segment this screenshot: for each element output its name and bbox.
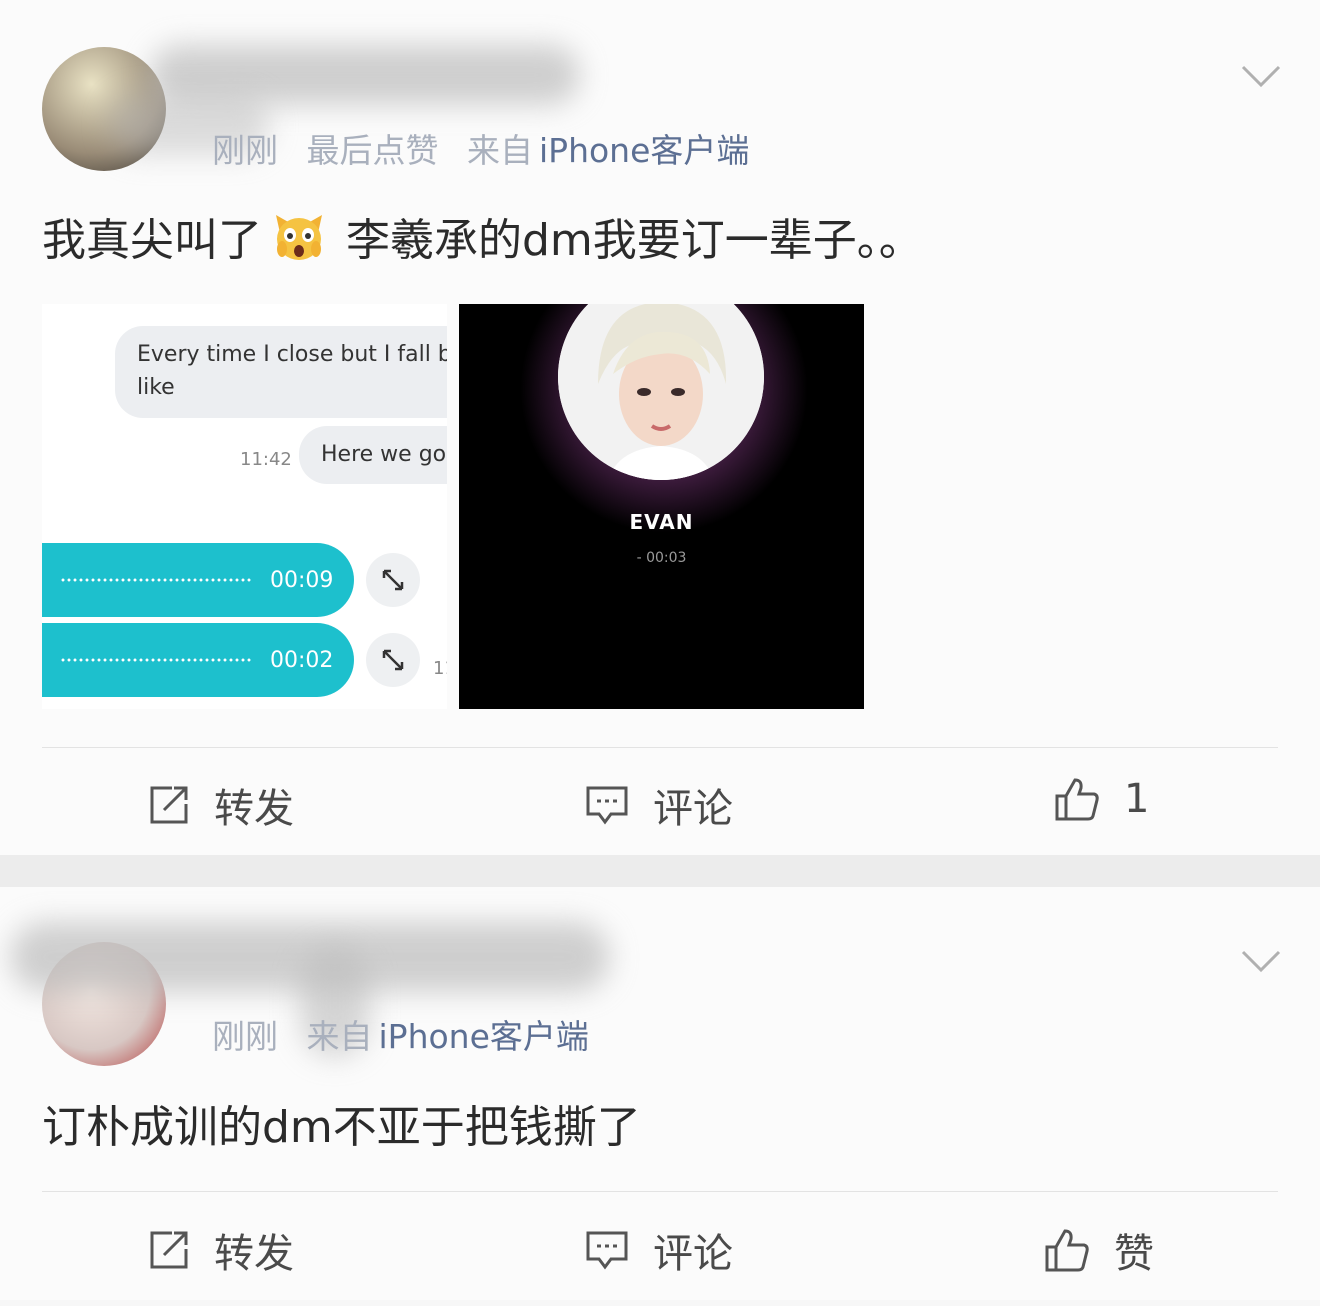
repost-button[interactable]: 转发: [148, 776, 294, 834]
post-image-profile[interactable]: EVAN - 00:03: [459, 304, 864, 709]
like-count: 1: [1124, 776, 1150, 822]
source-label[interactable]: iPhone客户端: [539, 131, 749, 170]
comment-label: 评论: [653, 1231, 733, 1277]
audio-duration: - 00:03: [636, 550, 687, 566]
from-label: 来自: [306, 1017, 373, 1056]
source-label[interactable]: iPhone客户端: [379, 1017, 589, 1056]
post-text-body: 订朴成训的dm不亚于把钱撕了: [42, 1102, 641, 1153]
time-label: 刚刚: [212, 131, 278, 170]
from-label: 来自: [467, 131, 533, 170]
divider: [42, 747, 1278, 748]
comment-button[interactable]: 评论: [585, 1221, 733, 1279]
post-text: 订朴成训的dm不亚于把钱撕了: [42, 1093, 641, 1153]
voice-duration: 00:09: [270, 567, 334, 593]
chat-timestamp: 11: [433, 658, 447, 679]
repost-icon: [150, 786, 188, 824]
post-text-part2: 李羲承的dm我要订一辈子。。: [346, 215, 923, 266]
post-image-chat[interactable]: Every time I close but I fall b like 11:…: [42, 304, 447, 709]
like-button[interactable]: 1: [1054, 776, 1149, 822]
post-separator: [0, 855, 1320, 887]
repost-label: 转发: [214, 1231, 294, 1277]
chevron-down-icon[interactable]: [1241, 64, 1281, 88]
post-meta: 刚刚 来自 iPhone客户端: [212, 1010, 607, 1058]
expand-icon: [366, 553, 420, 607]
post-text: 我真尖叫了 李羲承的dm我要订一辈子。。: [42, 206, 923, 266]
expand-icon: [366, 633, 420, 687]
time-label: 刚刚: [212, 1017, 278, 1056]
comment-label: 评论: [653, 786, 733, 832]
emoji-scream-cat-icon: [276, 215, 322, 260]
voice-message: 00:09: [42, 543, 354, 617]
voice-message: 00:02: [42, 623, 354, 697]
post-card: 刚刚 最后点赞 来自 iPhone客户端 我真尖叫了 李羲承的dm我要订一辈子。。…: [0, 0, 1320, 855]
like-label: 赞: [1114, 1231, 1154, 1277]
repost-label: 转发: [214, 786, 294, 832]
divider: [42, 1191, 1278, 1192]
chevron-down-icon[interactable]: [1241, 949, 1281, 973]
chat-bubble-message2: Here we go: [299, 426, 447, 484]
profile-name: EVAN: [629, 510, 694, 534]
post-text-part1: 我真尖叫了: [42, 215, 262, 266]
post-meta: 刚刚 最后点赞 来自 iPhone客户端: [212, 124, 767, 172]
repost-icon: [150, 1231, 188, 1269]
like-button[interactable]: 赞: [1044, 1221, 1154, 1279]
thumbs-up-icon: [1045, 1229, 1089, 1272]
comment-button[interactable]: 评论: [585, 776, 733, 834]
thumbs-up-icon: [1055, 778, 1099, 821]
comment-icon: [586, 786, 628, 825]
chat-bubble-message1: Every time I close but I fall b like: [115, 326, 447, 418]
repost-button[interactable]: 转发: [148, 1221, 294, 1279]
post-card: 刚刚 来自 iPhone客户端 订朴成训的dm不亚于把钱撕了 转发 评论 赞: [0, 887, 1320, 1300]
voice-duration: 00:02: [270, 647, 334, 673]
liked-label: 最后点赞: [306, 131, 439, 170]
chat-timestamp: 11:42: [240, 449, 292, 470]
comment-icon: [586, 1231, 628, 1270]
